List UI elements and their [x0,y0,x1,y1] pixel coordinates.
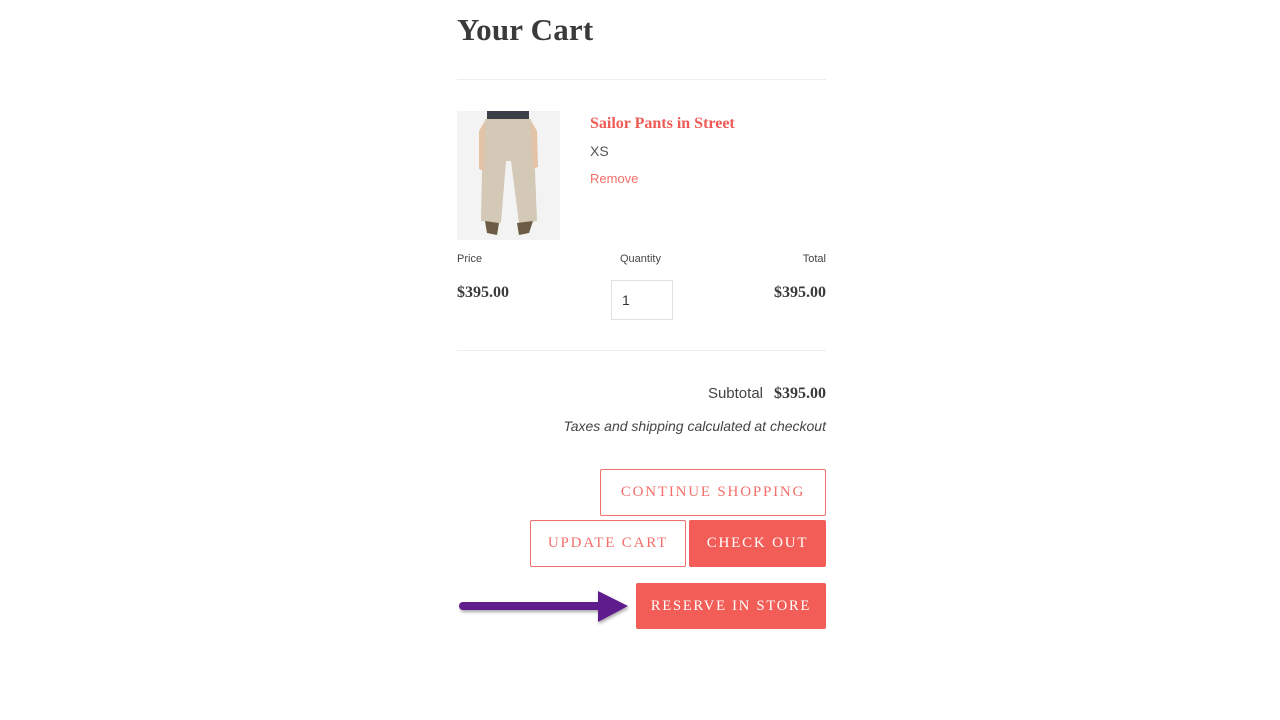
divider [457,79,826,80]
reserve-in-store-button[interactable]: RESERVE IN STORE [636,583,826,629]
arrow-right-icon [459,591,628,622]
subtotal-value: $395.00 [774,385,826,402]
continue-shopping-button[interactable]: CONTINUE SHOPPING [600,469,826,516]
quantity-column-header: Quantity [620,253,661,265]
divider [457,350,826,351]
product-variant: XS [590,143,609,159]
item-price: $395.00 [457,284,509,301]
check-out-button[interactable]: CHECK OUT [689,520,826,567]
quantity-input[interactable] [611,280,673,320]
subtotal-row: Subtotal $395.00 [708,385,826,403]
page-title: Your Cart [457,12,594,47]
tax-note: Taxes and shipping calculated at checkou… [563,418,826,434]
total-column-header: Total [802,253,826,265]
price-column-header: Price [457,253,483,265]
subtotal-label: Subtotal [707,385,763,402]
item-total: $395.00 [774,284,826,301]
pants-photo-icon [457,111,560,240]
update-cart-button[interactable]: UPDATE CART [530,520,686,567]
product-name-link[interactable]: Sailor Pants in Street [590,115,735,133]
product-image[interactable] [457,111,560,240]
remove-link[interactable]: Remove [590,171,638,186]
